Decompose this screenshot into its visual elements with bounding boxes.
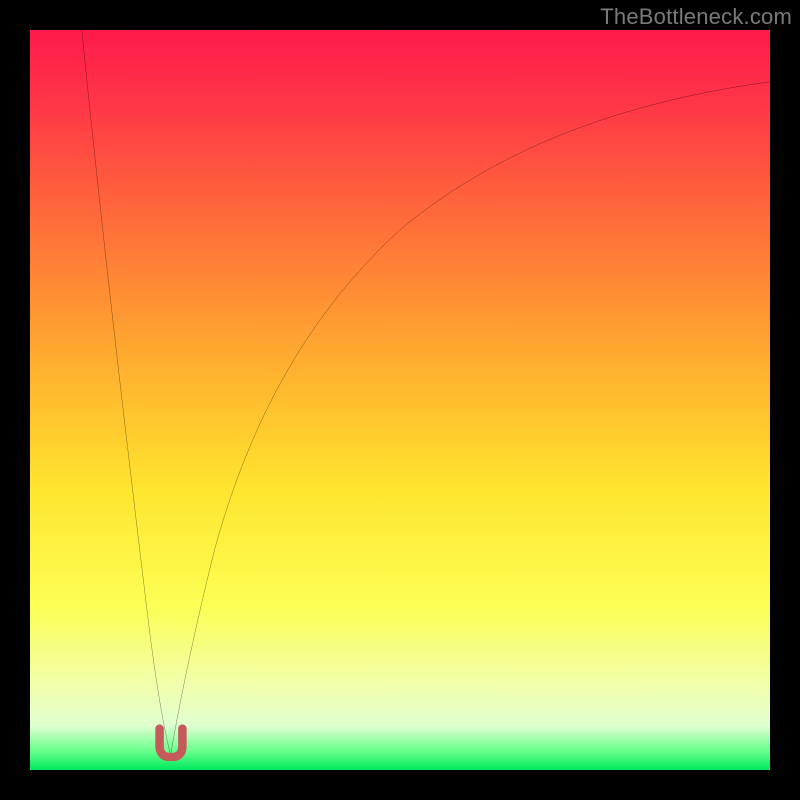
- curve-left-branch: [82, 30, 171, 755]
- bottleneck-curve: [30, 30, 770, 770]
- plot-area: [30, 30, 770, 770]
- watermark-text: TheBottleneck.com: [600, 4, 792, 30]
- chart-frame: TheBottleneck.com: [0, 0, 800, 800]
- curve-right-branch: [171, 82, 770, 755]
